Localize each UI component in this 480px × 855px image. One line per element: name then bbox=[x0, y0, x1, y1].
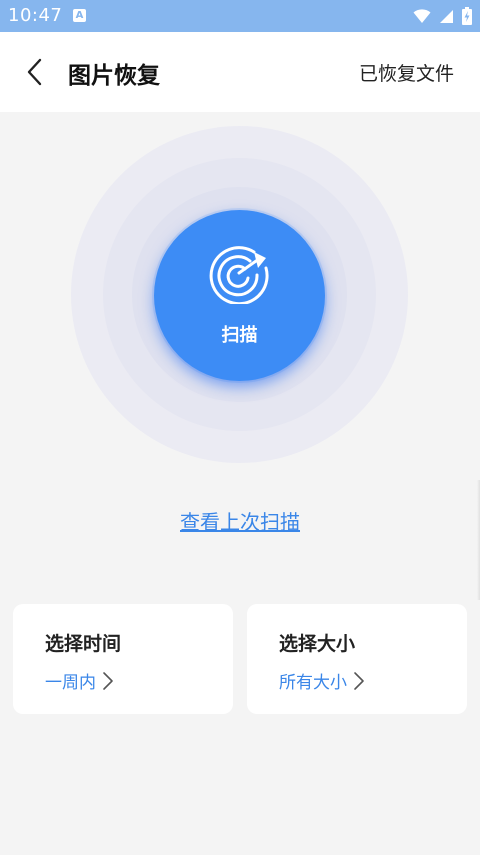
chevron-left-icon bbox=[27, 58, 42, 86]
select-time-card[interactable]: 选择时间 一周内 bbox=[13, 604, 233, 714]
select-size-card[interactable]: 选择大小 所有大小 bbox=[247, 604, 467, 714]
select-size-value[interactable]: 所有大小 bbox=[279, 668, 365, 693]
recovered-files-button[interactable]: 已恢复文件 bbox=[359, 59, 454, 86]
page-title: 图片恢复 bbox=[68, 63, 160, 89]
select-time-title: 选择时间 bbox=[45, 633, 122, 655]
battery-icon bbox=[462, 7, 472, 25]
scan-button[interactable]: 扫描 bbox=[154, 210, 325, 381]
select-time-value[interactable]: 一周内 bbox=[45, 668, 114, 693]
radar-icon bbox=[209, 246, 269, 304]
scan-label: 扫描 bbox=[221, 325, 258, 346]
select-time-value-label: 一周内 bbox=[45, 673, 96, 693]
app-notification-icon: A bbox=[73, 9, 86, 22]
select-size-title: 选择大小 bbox=[279, 633, 356, 655]
view-last-scan-link[interactable]: 查看上次扫描 bbox=[0, 506, 480, 535]
chevron-right-icon bbox=[354, 671, 364, 690]
back-button[interactable] bbox=[18, 54, 54, 90]
app-header: 图片恢复 已恢复文件 bbox=[0, 32, 480, 112]
status-icons bbox=[413, 7, 472, 25]
wifi-icon bbox=[413, 9, 431, 23]
chevron-right-icon bbox=[103, 671, 113, 690]
status-bar: 10:47 A bbox=[0, 0, 480, 32]
signal-icon bbox=[440, 10, 453, 23]
status-time: 10:47 bbox=[8, 5, 63, 26]
select-size-value-label: 所有大小 bbox=[279, 673, 347, 693]
